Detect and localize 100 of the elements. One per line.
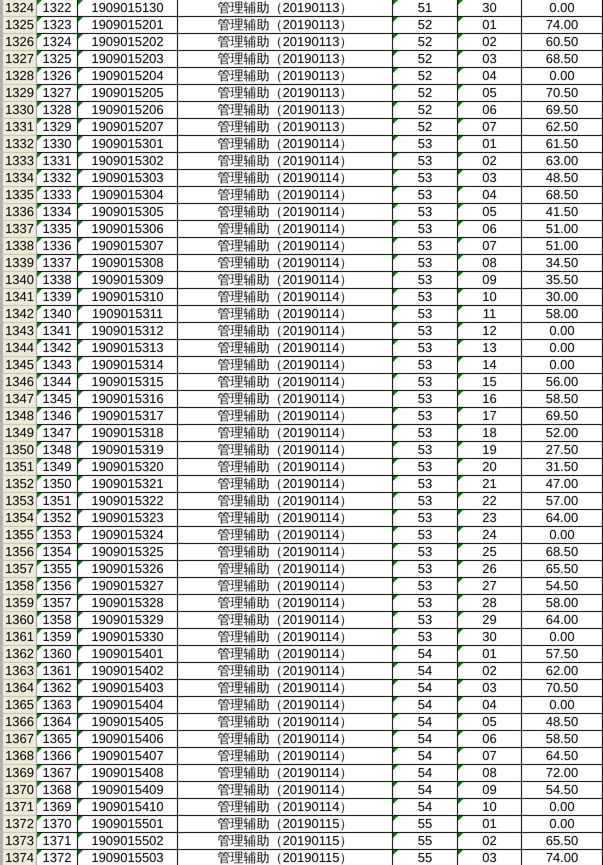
row-header[interactable]: 1373 — [0, 833, 37, 850]
row-header[interactable]: 1369 — [0, 765, 37, 782]
table-cell: 管理辅助（20190114） — [178, 442, 393, 459]
table-cell: 54 — [393, 646, 458, 663]
table-cell: 1909015321 — [78, 476, 178, 493]
row-header[interactable]: 1346 — [0, 374, 37, 391]
table-cell: 1909015324 — [78, 527, 178, 544]
table-cell: 1909015207 — [78, 119, 178, 136]
row-header[interactable]: 1365 — [0, 697, 37, 714]
row-header[interactable]: 1336 — [0, 204, 37, 221]
row-header[interactable]: 1335 — [0, 187, 37, 204]
table-cell: 管理辅助（20190114） — [178, 799, 393, 816]
row-header[interactable]: 1329 — [0, 85, 37, 102]
table-cell: 1909015202 — [78, 34, 178, 51]
row-header[interactable]: 1331 — [0, 119, 37, 136]
table-cell: 1366 — [37, 748, 78, 765]
row-header[interactable]: 1367 — [0, 731, 37, 748]
table-cell: 68.50 — [522, 51, 603, 68]
row-header[interactable]: 1325 — [0, 17, 37, 34]
row-header[interactable]: 1356 — [0, 544, 37, 561]
row-header[interactable]: 1349 — [0, 425, 37, 442]
row-header[interactable]: 1339 — [0, 255, 37, 272]
table-cell: 1347 — [37, 425, 78, 442]
row-header[interactable]: 1363 — [0, 663, 37, 680]
row-header[interactable]: 1362 — [0, 646, 37, 663]
table-cell: 0.00 — [522, 629, 603, 646]
table-cell: 1909015503 — [78, 850, 178, 865]
table-cell: 64.50 — [522, 748, 603, 765]
table-cell: 07 — [458, 748, 522, 765]
table-cell: 02 — [458, 663, 522, 680]
table-cell: 管理辅助（20190114） — [178, 238, 393, 255]
table-cell: 55 — [393, 850, 458, 865]
row-header[interactable]: 1352 — [0, 476, 37, 493]
row-header[interactable]: 1358 — [0, 578, 37, 595]
row-header[interactable]: 1357 — [0, 561, 37, 578]
table-cell: 管理辅助（20190114） — [178, 289, 393, 306]
row-header[interactable]: 1328 — [0, 68, 37, 85]
table-cell: 52 — [393, 17, 458, 34]
row-header[interactable]: 1368 — [0, 748, 37, 765]
row-header[interactable]: 1351 — [0, 459, 37, 476]
table-cell: 60.50 — [522, 34, 603, 51]
row-header[interactable]: 1337 — [0, 221, 37, 238]
row-header[interactable]: 1333 — [0, 153, 37, 170]
table-cell: 0.00 — [522, 816, 603, 833]
row-header[interactable]: 1353 — [0, 493, 37, 510]
row-header[interactable]: 1359 — [0, 595, 37, 612]
table-cell: 48.50 — [522, 170, 603, 187]
row-header[interactable]: 1354 — [0, 510, 37, 527]
table-cell: 74.00 — [522, 17, 603, 34]
row-header[interactable]: 1355 — [0, 527, 37, 544]
table-cell: 54 — [393, 663, 458, 680]
table-cell: 53 — [393, 408, 458, 425]
row-header[interactable]: 1366 — [0, 714, 37, 731]
table-cell: 1335 — [37, 221, 78, 238]
table-cell: 53 — [393, 493, 458, 510]
row-header[interactable]: 1334 — [0, 170, 37, 187]
row-header[interactable]: 1360 — [0, 612, 37, 629]
table-cell: 1909015315 — [78, 374, 178, 391]
row-header[interactable]: 1372 — [0, 816, 37, 833]
table-cell: 53 — [393, 221, 458, 238]
row-header[interactable]: 1330 — [0, 102, 37, 119]
table-cell: 03 — [458, 680, 522, 697]
table-cell: 1909015410 — [78, 799, 178, 816]
row-header[interactable]: 1341 — [0, 289, 37, 306]
row-header[interactable]: 1340 — [0, 272, 37, 289]
row-header[interactable]: 1361 — [0, 629, 37, 646]
row-header[interactable]: 1370 — [0, 782, 37, 799]
table-cell: 1909015330 — [78, 629, 178, 646]
table-cell: 53 — [393, 578, 458, 595]
table-cell: 1909015304 — [78, 187, 178, 204]
row-header[interactable]: 1324 — [0, 0, 37, 17]
table-cell: 57.50 — [522, 646, 603, 663]
table-cell: 17 — [458, 408, 522, 425]
table-cell: 1360 — [37, 646, 78, 663]
table-cell: 61.50 — [522, 136, 603, 153]
row-header[interactable]: 1327 — [0, 51, 37, 68]
row-header[interactable]: 1342 — [0, 306, 37, 323]
row-header[interactable]: 1345 — [0, 357, 37, 374]
table-cell: 53 — [393, 289, 458, 306]
row-header[interactable]: 1374 — [0, 850, 37, 865]
row-header[interactable]: 1371 — [0, 799, 37, 816]
table-cell: 54 — [393, 782, 458, 799]
row-header[interactable]: 1338 — [0, 238, 37, 255]
row-header[interactable]: 1332 — [0, 136, 37, 153]
row-header[interactable]: 1350 — [0, 442, 37, 459]
table-cell: 1909015306 — [78, 221, 178, 238]
table-cell: 31.50 — [522, 459, 603, 476]
table-cell: 1909015303 — [78, 170, 178, 187]
row-header[interactable]: 1344 — [0, 340, 37, 357]
row-header[interactable]: 1343 — [0, 323, 37, 340]
row-header[interactable]: 1326 — [0, 34, 37, 51]
row-header[interactable]: 1364 — [0, 680, 37, 697]
table-cell: 1350 — [37, 476, 78, 493]
row-header[interactable]: 1347 — [0, 391, 37, 408]
table-cell: 51.00 — [522, 221, 603, 238]
table-cell: 管理辅助（20190114） — [178, 680, 393, 697]
table-cell: 53 — [393, 527, 458, 544]
table-cell: 64.00 — [522, 510, 603, 527]
row-header[interactable]: 1348 — [0, 408, 37, 425]
table-cell: 管理辅助（20190115） — [178, 816, 393, 833]
